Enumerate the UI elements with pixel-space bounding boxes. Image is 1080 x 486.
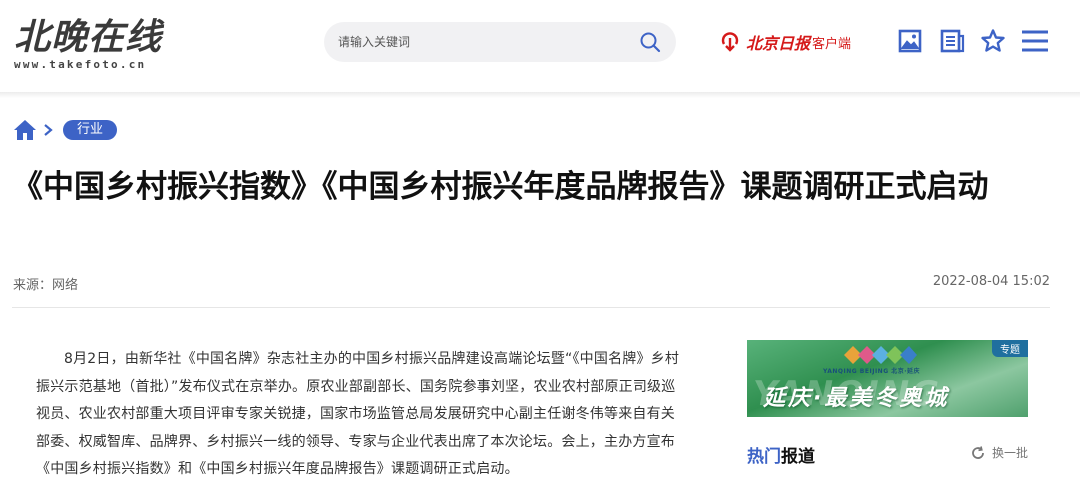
category-tag[interactable]: 行业 (63, 120, 118, 140)
hot-reports-heading: 热门报道 (747, 442, 815, 467)
star-icon[interactable] (980, 28, 1006, 54)
article-source: 来源：网络 (13, 278, 79, 293)
client-brand: 北京日报 (746, 34, 811, 53)
diamond-logo-icon (844, 346, 917, 364)
image-icon[interactable] (897, 28, 923, 54)
refresh-icon (972, 445, 984, 459)
promo-tag: 专题 (992, 340, 1028, 357)
download-icon (721, 32, 739, 52)
search-input[interactable] (338, 32, 628, 52)
site-logo[interactable]: 北晚在线 www.takefoto.cn (14, 16, 194, 76)
hot-title-rest: 报道 (781, 447, 815, 467)
logo-url: www.takefoto.cn (14, 58, 147, 71)
client-download-link[interactable]: 北京日报 客户端 (718, 28, 851, 56)
article-date: 2022-08-04 15:02 (932, 274, 1050, 289)
promo-headline: 延庆·最美冬奥城 (763, 386, 950, 411)
menu-icon[interactable] (1020, 28, 1050, 54)
search-icon[interactable] (638, 30, 662, 54)
promo-banner[interactable]: 专题 YANQING BEIJING 北京·延庆 YANQING 延庆·最美冬奥… (747, 340, 1028, 417)
divider (12, 307, 1050, 308)
home-icon[interactable] (13, 119, 37, 141)
refresh-button[interactable]: 换一批 (970, 444, 1028, 461)
newspaper-icon[interactable] (939, 28, 965, 54)
search-box (324, 22, 676, 62)
logo-wordmark: 北晚在线 (14, 16, 163, 58)
hot-title-highlight: 热门 (747, 447, 781, 467)
refresh-label: 换一批 (992, 446, 1029, 460)
site-header: 北晚在线 www.takefoto.cn 北京日报 客户端 (0, 0, 1080, 92)
chevron-right-icon (44, 124, 53, 136)
client-label: 客户端 (812, 36, 852, 52)
article-paragraph: 8月2日，由新华社《中国名牌》杂志社主办的中国乡村振兴品牌建设高端论坛暨“《中国… (36, 351, 680, 477)
header-shadow (0, 92, 1080, 98)
breadcrumb: 行业 (13, 118, 118, 142)
article-title: 《中国乡村振兴指数》《中国乡村振兴年度品牌报告》课题调研正式启动 (12, 169, 989, 205)
